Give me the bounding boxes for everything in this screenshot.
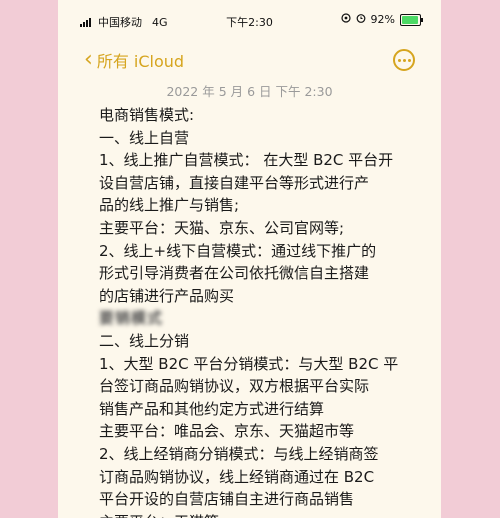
note-line: 销售产品和其他约定方式进行结算	[99, 399, 325, 418]
note-line: 2、线上+线下自营模式：通过线下推广的	[99, 241, 377, 260]
note-line: 设自营店铺，直接自建平台等形式进行产	[99, 173, 370, 192]
blurred-text: 要销模式	[99, 309, 164, 328]
nav-bar: ‹ 所有 iCloud	[58, 40, 441, 80]
note-line: 主要平台：天猫等	[99, 511, 419, 518]
note-line: 台签订商品购销协议，双方根据平台实际	[99, 377, 370, 396]
phone-screen: 中国移动 4G 下午2:30 92% ‹ 所有 iCloud 2022 年 5 …	[58, 0, 441, 518]
note-date: 2022 年 5 月 6 日 下午 2:30	[166, 84, 333, 99]
status-right: 92%	[340, 13, 423, 26]
note-line: 一、线上自营	[99, 128, 190, 147]
location-icon	[340, 13, 351, 26]
note-line: 平台开设的自营店铺自主进行商品销售	[99, 490, 355, 509]
chevron-left-icon: ‹	[84, 47, 93, 72]
dot-icon	[407, 58, 411, 62]
battery-percent: 92%	[370, 13, 395, 26]
more-options-button[interactable]	[393, 49, 415, 71]
note-line: 的店铺进行产品购买	[99, 286, 235, 305]
note-line: 形式引导消费者在公司依托微信自主搭建	[99, 264, 370, 283]
note-line: 电商销售模式:	[99, 106, 195, 124]
note-line: 订商品购销协议，线上经销商通过在 B2C	[99, 467, 375, 486]
dot-icon	[402, 58, 406, 62]
dot-icon	[397, 58, 401, 62]
note-line: 1、大型 B2C 平台分销模式：与大型 B2C 平	[99, 354, 399, 373]
note-line: 2、线上经销商分销模式：与线上经销商签	[99, 444, 379, 463]
note-line: 1、线上推广自营模式： 在大型 B2C 平台开	[99, 151, 394, 170]
note-line: 品的线上推广与销售;	[99, 196, 240, 215]
note-line: 主要平台：唯品会、京东、天猫超市等	[99, 422, 355, 441]
note-line: 二、线上分销	[99, 331, 190, 350]
note-line: 主要平台：天猫、京东、公司官网等;	[99, 218, 345, 237]
back-label: 所有 iCloud	[96, 52, 185, 71]
status-bar: 中国移动 4G 下午2:30 92%	[58, 0, 441, 40]
back-button[interactable]: ‹ 所有 iCloud	[84, 48, 184, 72]
battery-icon	[400, 13, 423, 26]
note-body[interactable]: 电商销售模式: 一、线上自营 1、线上推广自营模式： 在大型 B2C 平台开 设自营店…	[99, 104, 419, 518]
battery-fill	[402, 15, 418, 24]
alarm-icon	[356, 13, 366, 26]
